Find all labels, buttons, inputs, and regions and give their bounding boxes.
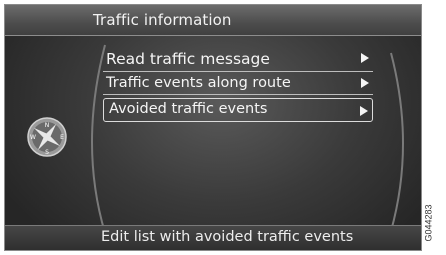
menu-divider — [103, 71, 373, 72]
right-arc — [390, 52, 404, 232]
compass-west: W — [30, 134, 36, 141]
menu-item-label: Avoided traffic events — [109, 101, 268, 117]
compass-south: S — [45, 149, 49, 156]
left-arc — [91, 44, 106, 234]
image-code-label: G044283 — [423, 204, 434, 242]
menu-item-traffic-events-along-route[interactable]: Traffic events along route — [103, 75, 373, 95]
menu-divider — [103, 94, 373, 95]
compass-icon: N S E W — [27, 117, 67, 157]
menu-item-label: Read traffic message — [106, 50, 270, 68]
decorative-arcs — [91, 44, 404, 234]
menu-item-label: Traffic events along route — [106, 75, 291, 91]
menu-item-avoided-traffic-events[interactable]: Avoided traffic events — [103, 98, 373, 122]
footer-hint: Edit list with avoided traffic events — [101, 229, 354, 245]
navigation-screen: Traffic information N S E W Read traffic… — [4, 4, 422, 251]
compass-north: N — [45, 122, 50, 129]
compass-east: E — [60, 134, 64, 141]
right-triangle-icon — [361, 78, 369, 88]
right-triangle-icon — [361, 53, 369, 63]
right-triangle-icon — [360, 106, 368, 116]
screen-footer: Edit list with avoided traffic events — [5, 225, 421, 250]
menu-item-read-traffic-message[interactable]: Read traffic message — [103, 50, 373, 70]
image-code: G044283 — [424, 200, 442, 250]
